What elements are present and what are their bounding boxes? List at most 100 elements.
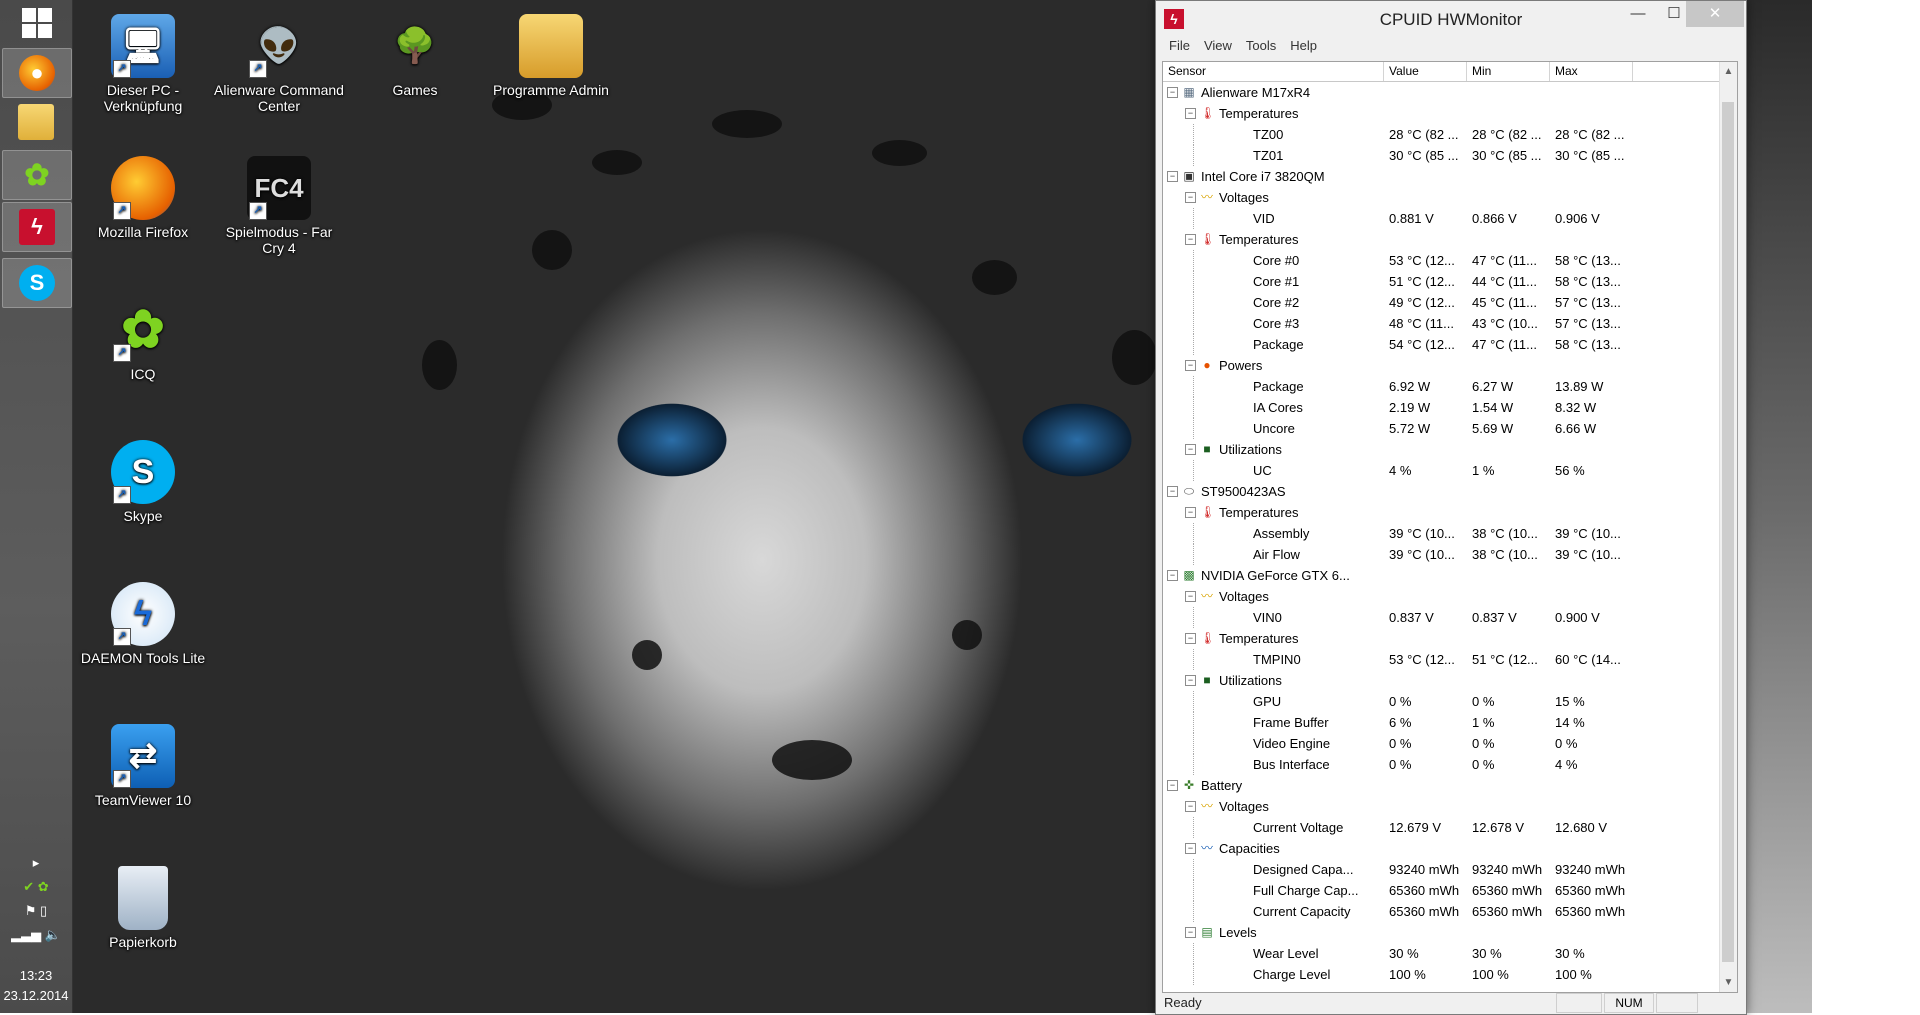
collapse-toggle-icon[interactable]: −: [1185, 108, 1196, 119]
collapse-toggle-icon[interactable]: −: [1185, 234, 1196, 245]
menu-file[interactable]: File: [1162, 35, 1197, 57]
category-row[interactable]: − 〰 Capacities: [1163, 838, 1719, 859]
sensor-row[interactable]: Video Engine 0 % 0 % 0 %: [1163, 733, 1719, 754]
sensor-row[interactable]: Core #0 53 °C (12... 47 °C (11... 58 °C (13…: [1163, 250, 1719, 271]
desktop-icon-daemon-tools[interactable]: ϟ ↗ DAEMON Tools Lite: [78, 582, 208, 666]
scroll-thumb[interactable]: [1722, 102, 1734, 962]
device-row[interactable]: − ▣ Intel Core i7 3820QM: [1163, 166, 1719, 187]
taskbar-skype-button[interactable]: S: [2, 258, 72, 308]
taskbar-explorer-button[interactable]: [2, 98, 70, 146]
sensor-row[interactable]: UC 4 % 1 % 56 %: [1163, 460, 1719, 481]
category-row[interactable]: − ▤ Levels: [1163, 922, 1719, 943]
desktop-icon-icq[interactable]: ✿ ↗ ICQ: [78, 298, 208, 382]
sensor-value: 0 %: [1389, 736, 1412, 751]
desktop-icon-teamviewer[interactable]: ⇄ ↗ TeamViewer 10: [78, 724, 208, 808]
taskbar-icq-button[interactable]: ✿: [2, 150, 72, 200]
device-row[interactable]: − ⬭ ST9500423AS: [1163, 481, 1719, 502]
collapse-toggle-icon[interactable]: −: [1185, 801, 1196, 812]
start-button-icon[interactable]: [22, 8, 52, 38]
scroll-up-icon[interactable]: ▲: [1720, 66, 1737, 77]
sensor-row[interactable]: Frame Buffer 6 % 1 % 14 %: [1163, 712, 1719, 733]
sensor-row[interactable]: Charge Level 100 % 100 % 100 %: [1163, 964, 1719, 985]
vertical-scrollbar[interactable]: ▲ ▼: [1719, 62, 1737, 992]
sensor-row[interactable]: TZ01 30 °C (85 ... 30 °C (85 ... 30 °C (85 …: [1163, 145, 1719, 166]
menu-view[interactable]: View: [1197, 35, 1239, 57]
collapse-toggle-icon[interactable]: −: [1167, 780, 1178, 791]
desktop-icon-skype[interactable]: S ↗ Skype: [78, 440, 208, 524]
column-min[interactable]: Min: [1467, 62, 1550, 81]
sensor-row[interactable]: GPU 0 % 0 % 15 %: [1163, 691, 1719, 712]
sensor-row[interactable]: Bus Interface 0 % 0 % 4 %: [1163, 754, 1719, 775]
device-row[interactable]: − ▩ NVIDIA GeForce GTX 6...: [1163, 565, 1719, 586]
category-row[interactable]: − ■ Utilizations: [1163, 439, 1719, 460]
category-row[interactable]: − 〰 Voltages: [1163, 586, 1719, 607]
sensor-row[interactable]: Assembly 39 °C (10... 38 °C (10... 39 °C (1…: [1163, 523, 1719, 544]
collapse-toggle-icon[interactable]: −: [1167, 486, 1178, 497]
tray-apps-icon[interactable]: ✔ ✿: [0, 879, 72, 895]
desktop-icon-programme-admin[interactable]: Programme Admin: [486, 14, 616, 98]
column-sensor[interactable]: Sensor: [1163, 62, 1384, 81]
sensor-row[interactable]: Package 6.92 W 6.27 W 13.89 W: [1163, 376, 1719, 397]
desktop-icon-firefox[interactable]: ↗ Mozilla Firefox: [78, 156, 208, 240]
sensor-row[interactable]: Current Voltage 12.679 V 12.678 V 12.680 V: [1163, 817, 1719, 838]
menu-help[interactable]: Help: [1283, 35, 1324, 57]
sensor-row[interactable]: Air Flow 39 °C (10... 38 °C (10... 39 °C (1…: [1163, 544, 1719, 565]
clock-date[interactable]: 23.12.2014: [0, 988, 72, 1003]
sensor-row[interactable]: Full Charge Cap... 65360 mWh 65360 mWh 6536…: [1163, 880, 1719, 901]
category-row[interactable]: − ● Powers: [1163, 355, 1719, 376]
taskbar-hwmonitor-button[interactable]: ϟ: [2, 202, 72, 252]
scroll-down-icon[interactable]: ▼: [1720, 977, 1737, 988]
column-max[interactable]: Max: [1550, 62, 1633, 81]
tray-expand-icon[interactable]: ▸: [0, 855, 72, 871]
device-row[interactable]: − ✜ Battery: [1163, 775, 1719, 796]
desktop-icon-farcry4[interactable]: FC4 ↗ Spielmodus - Far Cry 4: [214, 156, 344, 256]
sensor-row[interactable]: VIN0 0.837 V 0.837 V 0.900 V: [1163, 607, 1719, 628]
desktop-icon-alienware[interactable]: 👽 ↗ Alienware Command Center: [214, 14, 344, 114]
tray-network-volume-icon[interactable]: ▂▃▅ 🔈: [0, 927, 72, 943]
desktop-icon-games[interactable]: 🌳 Games: [350, 14, 480, 98]
category-row[interactable]: − 🌡 Temperatures: [1163, 103, 1719, 124]
sensor-row[interactable]: VID 0.881 V 0.866 V 0.906 V: [1163, 208, 1719, 229]
collapse-toggle-icon[interactable]: −: [1185, 633, 1196, 644]
collapse-toggle-icon[interactable]: −: [1185, 192, 1196, 203]
collapse-toggle-icon[interactable]: −: [1185, 927, 1196, 938]
sensor-row[interactable]: TMPIN0 53 °C (12... 51 °C (12... 60 °C (14.…: [1163, 649, 1719, 670]
sensor-row[interactable]: IA Cores 2.19 W 1.54 W 8.32 W: [1163, 397, 1719, 418]
desktop-icon-this-pc[interactable]: 🖥 ↗ Dieser PC - Verknüpfung: [78, 14, 208, 114]
sensor-row[interactable]: Core #1 51 °C (12... 44 °C (11... 58 °C (13…: [1163, 271, 1719, 292]
tray-flag-icon[interactable]: ⚑ ▯: [0, 903, 72, 919]
category-row[interactable]: − 〰 Voltages: [1163, 187, 1719, 208]
utilization-icon: ■: [1203, 442, 1211, 456]
collapse-toggle-icon[interactable]: −: [1185, 360, 1196, 371]
category-row[interactable]: − 〰 Voltages: [1163, 796, 1719, 817]
taskbar-firefox-button[interactable]: ●: [2, 48, 72, 98]
device-row[interactable]: − ▦ Alienware M17xR4: [1163, 82, 1719, 103]
clock-time[interactable]: 13:23: [0, 968, 72, 983]
category-row[interactable]: − 🌡 Temperatures: [1163, 628, 1719, 649]
window-titlebar[interactable]: ϟ CPUID HWMonitor — ☐ ✕: [1156, 1, 1746, 35]
sensor-row[interactable]: Package 54 °C (12... 47 °C (11... 58 °C (13…: [1163, 334, 1719, 355]
sensor-row[interactable]: Core #3 48 °C (11... 43 °C (10... 57 °C (13…: [1163, 313, 1719, 334]
collapse-toggle-icon[interactable]: −: [1167, 87, 1178, 98]
collapse-toggle-icon[interactable]: −: [1185, 507, 1196, 518]
sensor-row[interactable]: Uncore 5.72 W 5.69 W 6.66 W: [1163, 418, 1719, 439]
sensor-row[interactable]: Designed Capa... 93240 mWh 93240 mWh 93240 …: [1163, 859, 1719, 880]
collapse-toggle-icon[interactable]: −: [1185, 675, 1196, 686]
column-value[interactable]: Value: [1384, 62, 1467, 81]
collapse-toggle-icon[interactable]: −: [1167, 570, 1178, 581]
collapse-toggle-icon[interactable]: −: [1185, 444, 1196, 455]
sensor-row[interactable]: TZ00 28 °C (82 ... 28 °C (82 ... 28 °C (82 …: [1163, 124, 1719, 145]
category-row[interactable]: − 🌡 Temperatures: [1163, 502, 1719, 523]
desktop-icon-recycle-bin[interactable]: Papierkorb: [78, 866, 208, 950]
category-row[interactable]: − ■ Utilizations: [1163, 670, 1719, 691]
category-row[interactable]: − 🌡 Temperatures: [1163, 229, 1719, 250]
collapse-toggle-icon[interactable]: −: [1185, 843, 1196, 854]
sensor-row[interactable]: Wear Level 30 % 30 % 30 %: [1163, 943, 1719, 964]
collapse-toggle-icon[interactable]: −: [1167, 171, 1178, 182]
close-button[interactable]: ✕: [1686, 1, 1744, 27]
sensor-row[interactable]: Current Capacity 65360 mWh 65360 mWh 65360 …: [1163, 901, 1719, 922]
collapse-toggle-icon[interactable]: −: [1185, 591, 1196, 602]
sensor-row[interactable]: Core #2 49 °C (12... 45 °C (11... 57 °C (13…: [1163, 292, 1719, 313]
menu-tools[interactable]: Tools: [1239, 35, 1283, 57]
sensor-tree[interactable]: Sensor Value Min Max − ▦ Alienware M17xR4−…: [1162, 61, 1738, 993]
